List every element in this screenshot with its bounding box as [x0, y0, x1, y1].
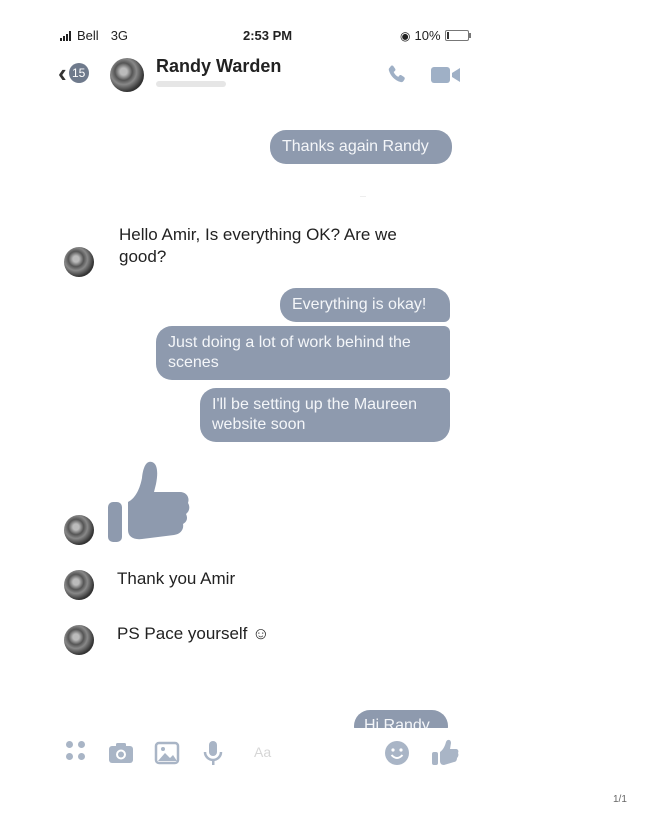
apps-icon[interactable] [64, 738, 94, 768]
phone-call-icon[interactable] [384, 62, 410, 88]
incoming-message[interactable]: Thank you Amir [117, 568, 235, 590]
contact-avatar[interactable] [110, 58, 144, 92]
thumbs-up-icon[interactable] [430, 738, 460, 768]
battery-indicator: ◉ 10% [400, 28, 471, 43]
active-status-line [156, 81, 226, 87]
incoming-message[interactable]: PS Pace yourself ☺ [117, 623, 269, 645]
outgoing-message[interactable]: Just doing a lot of work behind the scen… [156, 326, 450, 380]
signal-icon [60, 30, 71, 41]
back-button[interactable]: ‹ 15 [58, 60, 89, 86]
chevron-left-icon: ‹ [58, 58, 67, 88]
partial-message-clip: Hi Randy [350, 706, 450, 728]
page-number: 1/1 [613, 794, 627, 805]
emoji-icon[interactable] [382, 738, 412, 768]
scan-mark [360, 196, 366, 197]
outgoing-message[interactable]: Hi Randy [354, 710, 448, 728]
orientation-lock-icon: ◉ [400, 28, 411, 43]
sender-avatar [64, 625, 94, 655]
thumbs-up-sticker[interactable] [106, 458, 196, 548]
video-call-icon[interactable] [430, 64, 462, 86]
battery-icon [444, 30, 471, 41]
message-input[interactable]: Aa [254, 744, 271, 760]
sender-avatar [64, 515, 94, 545]
conversation-header: ‹ 15 Randy Warden [58, 56, 478, 96]
microphone-icon[interactable] [198, 738, 228, 768]
carrier-name: Bell [77, 28, 99, 43]
image-icon[interactable] [152, 738, 182, 768]
carrier-info: Bell 3G [60, 28, 128, 43]
camera-icon[interactable] [106, 738, 136, 768]
clock: 2:53 PM [243, 28, 293, 43]
contact-name[interactable]: Randy Warden [156, 56, 281, 77]
outgoing-message[interactable]: Thanks again Randy [270, 130, 452, 164]
unread-badge: 15 [68, 63, 89, 83]
network-type: 3G [110, 28, 129, 43]
composer-toolbar: Aa [60, 738, 470, 770]
sender-avatar [64, 570, 94, 600]
outgoing-message[interactable]: I'll be setting up the Maureen website s… [200, 388, 450, 442]
outgoing-message[interactable]: Everything is okay! [280, 288, 450, 322]
battery-percent: 10% [414, 28, 441, 43]
sender-avatar [64, 247, 94, 277]
status-bar: Bell 3G 2:53 PM ◉ 10% [60, 28, 480, 48]
incoming-message[interactable]: Hello Amir, Is everything OK? Are we goo… [119, 224, 399, 268]
